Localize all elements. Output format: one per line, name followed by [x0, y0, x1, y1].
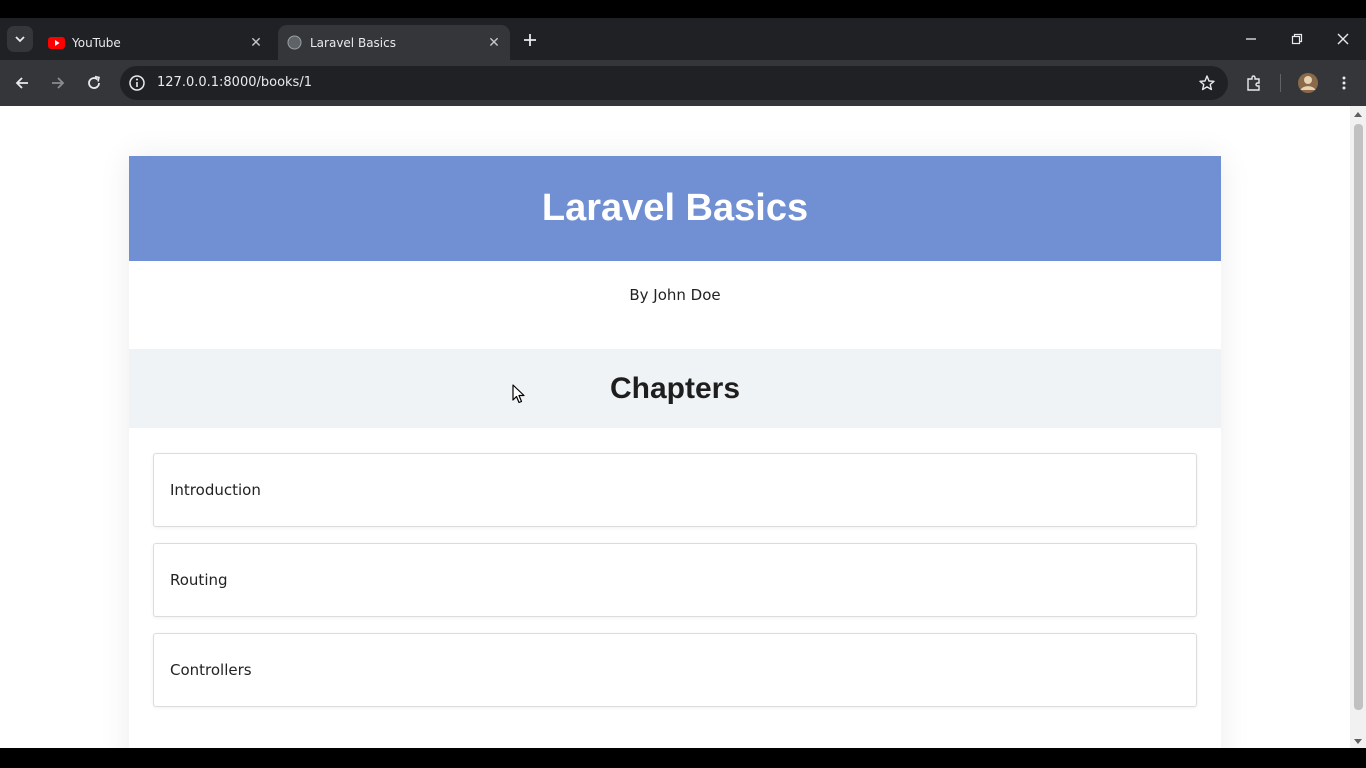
chapter-title: Routing [170, 571, 228, 589]
close-tab-icon[interactable]: ✕ [484, 33, 504, 53]
arrow-right-icon [52, 77, 65, 89]
tab-youtube[interactable]: YouTube ✕ [40, 25, 272, 60]
chapters-heading: Chapters [609, 371, 741, 405]
page-viewport: Laravel Basics By John Doe Chapters Intr… [0, 106, 1366, 748]
scroll-down-arrow-icon[interactable] [1354, 739, 1362, 744]
close-icon [1337, 33, 1349, 45]
avatar-icon [1298, 73, 1318, 93]
chapters-section-header: Chapters [129, 349, 1221, 428]
author-line: By John Doe [629, 286, 721, 304]
chevron-down-icon [15, 36, 25, 43]
url-text[interactable]: 127.0.0.1:8000/books/1 [157, 75, 312, 90]
scrollbar-thumb[interactable] [1354, 124, 1363, 710]
tab-search-button[interactable] [7, 26, 33, 52]
menu-button[interactable] [1330, 69, 1358, 97]
chapter-item[interactable]: Routing [153, 543, 1197, 617]
chapter-item[interactable]: Introduction [153, 453, 1197, 527]
minimize-button[interactable] [1238, 26, 1264, 52]
browser-toolbar: 127.0.0.1:8000/books/1 [0, 60, 1366, 106]
arrow-left-icon [15, 77, 28, 89]
reload-icon [88, 75, 100, 89]
toolbar-divider [1280, 74, 1281, 92]
tab-title: Laravel Basics [310, 35, 396, 50]
info-icon[interactable] [128, 74, 146, 92]
reload-button[interactable] [80, 69, 108, 97]
back-button[interactable] [8, 69, 36, 97]
book-card: Laravel Basics By John Doe Chapters Intr… [129, 156, 1221, 748]
kebab-menu-icon [1342, 76, 1346, 90]
tab-laravel-basics[interactable]: Laravel Basics ✕ [278, 25, 510, 60]
plus-icon [524, 34, 536, 46]
scroll-up-arrow-icon[interactable] [1354, 112, 1362, 117]
chapter-title: Controllers [170, 661, 252, 679]
new-tab-button[interactable] [518, 28, 542, 52]
book-title: Laravel Basics [541, 187, 809, 229]
close-window-button[interactable] [1330, 26, 1356, 52]
profile-button[interactable] [1294, 69, 1322, 97]
globe-icon [286, 34, 303, 51]
minimize-icon [1246, 38, 1256, 40]
bottom-black-bar [0, 748, 1366, 768]
restore-button[interactable] [1284, 26, 1310, 52]
mouse-cursor-icon [512, 384, 525, 404]
puzzle-icon [1247, 75, 1260, 91]
book-header: Laravel Basics [129, 156, 1221, 261]
bookmark-star-icon[interactable] [1198, 74, 1216, 92]
chapter-title: Introduction [170, 481, 261, 499]
vertical-scrollbar[interactable] [1350, 106, 1366, 748]
extensions-button[interactable] [1240, 69, 1268, 97]
screen: YouTube ✕ Laravel Basics ✕ 127.0.0.1:800… [0, 0, 1366, 768]
tab-title: YouTube [72, 35, 121, 50]
restore-icon [1291, 33, 1303, 45]
close-tab-icon[interactable]: ✕ [246, 33, 266, 53]
tab-strip: YouTube ✕ Laravel Basics ✕ [0, 18, 1366, 60]
youtube-icon [48, 34, 65, 51]
forward-button[interactable] [44, 69, 72, 97]
chapter-item[interactable]: Controllers [153, 633, 1197, 707]
address-bar[interactable]: 127.0.0.1:8000/books/1 [120, 66, 1228, 100]
